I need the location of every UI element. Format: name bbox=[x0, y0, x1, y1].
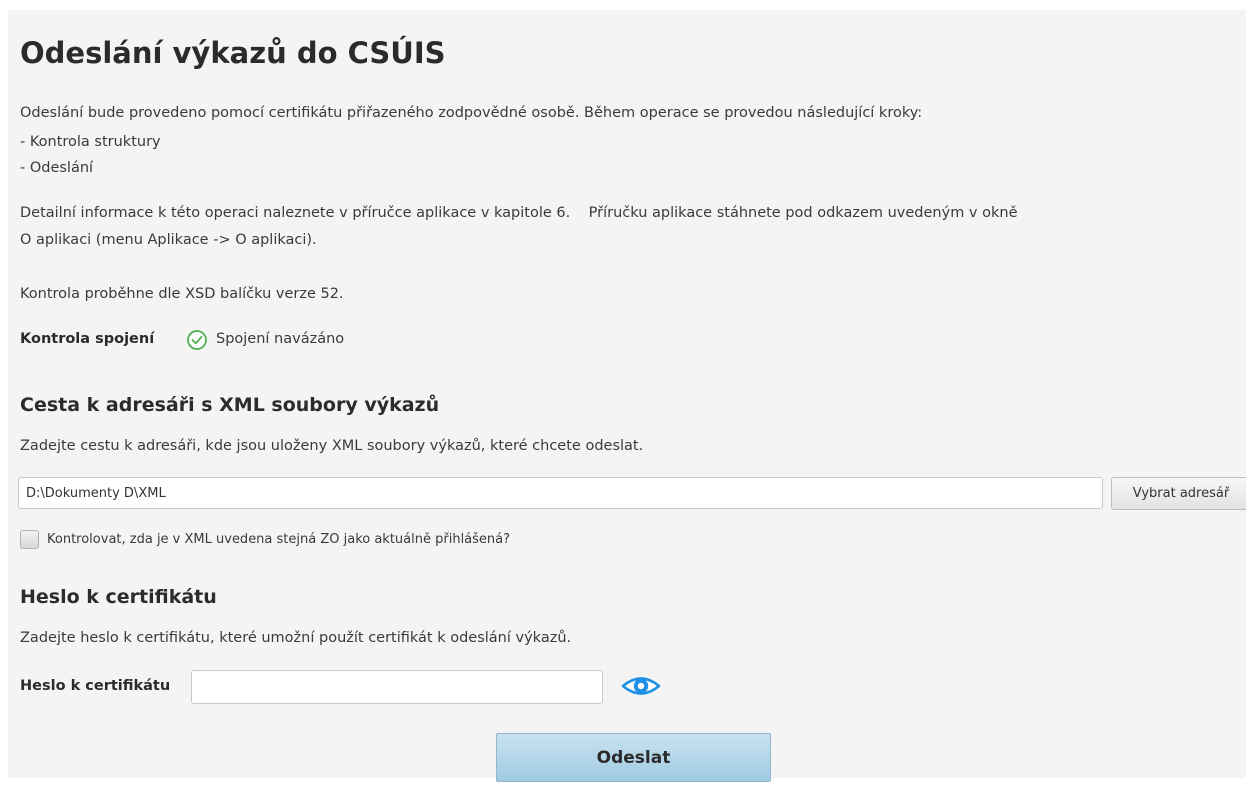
directory-description: Zadejte cestu k adresáři, kde jsou ulože… bbox=[20, 438, 644, 454]
info-text-line1: Detailní informace k této operaci nalezn… bbox=[20, 205, 1018, 221]
directory-path-input[interactable] bbox=[18, 477, 1103, 509]
certificate-password-input[interactable] bbox=[191, 670, 603, 704]
check-zo-checkbox[interactable] bbox=[20, 530, 39, 549]
connection-check-label: Kontrola spojení bbox=[20, 331, 155, 347]
info-text-line2: O aplikaci (menu Aplikace -> O aplikaci)… bbox=[20, 232, 317, 248]
intro-text: Odeslání bude provedeno pomocí certifiká… bbox=[20, 105, 923, 121]
xsd-version-note: Kontrola proběhne dle XSD balíčku verze … bbox=[20, 286, 344, 302]
page-title: Odeslání výkazů do CSÚIS bbox=[20, 36, 446, 70]
step-item: - Kontrola struktury bbox=[20, 134, 161, 150]
step-item: - Odeslání bbox=[20, 160, 94, 176]
browse-directory-button[interactable]: Vybrat adresář bbox=[1111, 477, 1246, 510]
directory-section-heading: Cesta k adresáři s XML soubory výkazů bbox=[20, 394, 440, 416]
send-reports-panel: Odeslání výkazů do CSÚIS Odeslání bude p… bbox=[8, 10, 1246, 782]
eye-icon[interactable] bbox=[620, 670, 662, 702]
certificate-password-label: Heslo k certifikátu bbox=[20, 678, 171, 694]
certificate-section-heading: Heslo k certifikátu bbox=[20, 586, 217, 608]
submit-button[interactable]: Odeslat bbox=[496, 733, 771, 782]
check-circle-icon bbox=[186, 329, 208, 351]
certificate-description: Zadejte heslo k certifikátu, které umožn… bbox=[20, 630, 572, 646]
check-zo-label: Kontrolovat, zda je v XML uvedena stejná… bbox=[47, 532, 511, 547]
connection-status-text: Spojení navázáno bbox=[216, 331, 345, 347]
